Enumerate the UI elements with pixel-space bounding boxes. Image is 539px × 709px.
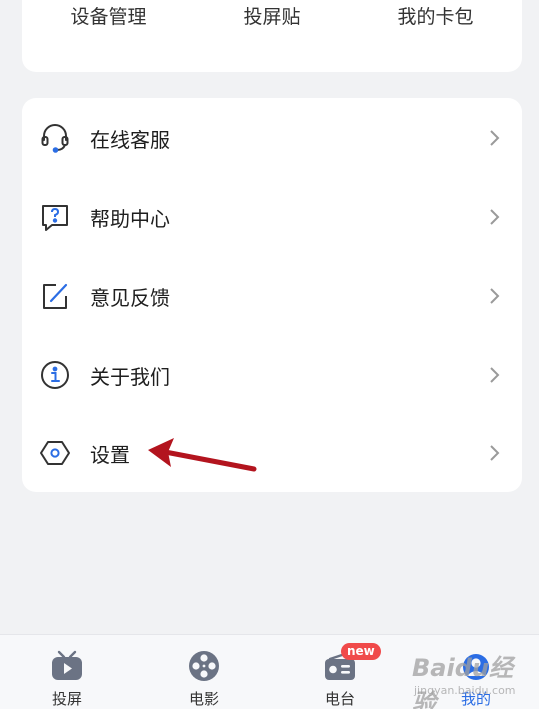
tv-cast-icon <box>49 649 85 683</box>
watermark-main-text: Baidu经验 <box>412 654 513 709</box>
menu-item-label: 设置 <box>90 442 130 467</box>
help-question-icon <box>38 200 72 234</box>
shortcut-card: 设备管理 投屏贴 我的卡包 <box>22 0 522 72</box>
my-card-wallet-link[interactable]: 我的卡包 <box>397 2 473 29</box>
new-badge: new <box>341 643 381 660</box>
settings-hexagon-icon <box>38 436 72 470</box>
menu-item-about-us[interactable]: 关于我们 <box>22 345 522 405</box>
watermark-sub-text: jingyan.baidu.com <box>414 684 516 697</box>
tab-radio[interactable]: new 电台 <box>300 635 381 709</box>
menu-item-online-service[interactable]: 在线客服 <box>22 108 522 168</box>
chevron-right-icon <box>488 128 502 148</box>
watermark: Baidu经验 jingyan.baidu.com <box>408 648 528 709</box>
chevron-right-icon <box>488 286 502 306</box>
tab-movie[interactable]: 电影 <box>164 635 244 709</box>
menu-item-label: 关于我们 <box>90 364 170 389</box>
tab-cast[interactable]: 投屏 <box>27 635 107 709</box>
shortcut-row: 设备管理 投屏贴 我的卡包 <box>22 2 522 29</box>
chevron-right-icon <box>488 443 502 463</box>
cast-sticker-link[interactable]: 投屏贴 <box>243 2 300 29</box>
tab-label: 投屏 <box>51 690 82 708</box>
settings-menu-card: 在线客服 帮助中心 意见反馈 关于我们 设置 <box>22 98 522 492</box>
device-management-link[interactable]: 设备管理 <box>70 2 146 29</box>
tab-label: 电影 <box>188 690 219 708</box>
menu-item-feedback[interactable]: 意见反馈 <box>22 266 522 326</box>
menu-item-settings[interactable]: 设置 <box>22 423 522 483</box>
chevron-right-icon <box>488 207 502 227</box>
chevron-right-icon <box>488 365 502 385</box>
info-icon <box>38 358 72 392</box>
tab-label: 电台 <box>324 690 355 708</box>
menu-item-label: 在线客服 <box>90 127 170 152</box>
annotation-arrow-icon <box>148 438 257 472</box>
edit-feedback-icon <box>38 279 72 313</box>
menu-item-label: 意见反馈 <box>90 285 170 310</box>
headset-icon <box>38 121 72 155</box>
menu-item-label: 帮助中心 <box>90 206 170 231</box>
menu-item-help-center[interactable]: 帮助中心 <box>22 187 522 247</box>
film-reel-icon <box>186 649 222 683</box>
